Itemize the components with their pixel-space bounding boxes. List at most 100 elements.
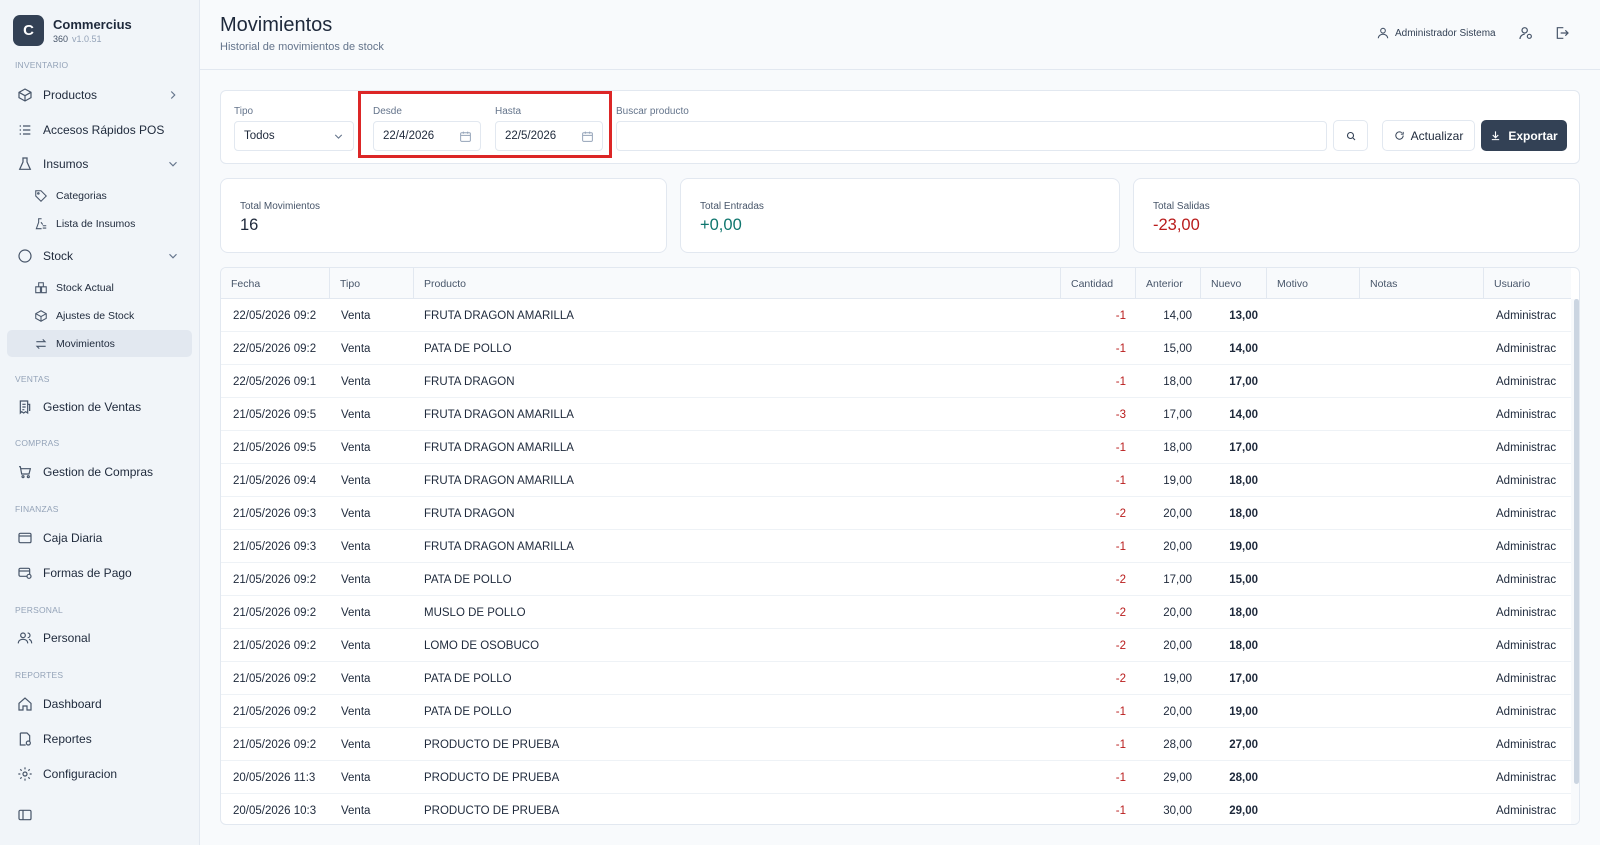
cell-cantidad: -1 bbox=[1115, 804, 1126, 817]
scrollbar-thumb[interactable] bbox=[1574, 299, 1579, 784]
cell-nuevo: 28,00 bbox=[1229, 771, 1258, 784]
table-row[interactable]: 21/05/2026 09:2 Venta LOMO DE OSOBUCO -2 20,… bbox=[221, 629, 1571, 662]
sidebar-item-ventas[interactable]: Gestion de Ventas bbox=[7, 393, 192, 421]
cell-tipo: Venta bbox=[341, 474, 371, 487]
sidebar-item-movimientos[interactable]: Movimientos bbox=[7, 330, 192, 357]
sidebar-item-categorias[interactable]: Categorias bbox=[7, 182, 192, 209]
table-row[interactable]: 21/05/2026 09:4 Venta FRUTA DRAGON AMARILL… bbox=[221, 464, 1571, 497]
sidebar-item-reportes[interactable]: Reportes bbox=[7, 725, 192, 753]
column-header-nuevo[interactable]: Nuevo bbox=[1201, 268, 1267, 299]
column-header-motivo[interactable]: Motivo bbox=[1267, 268, 1360, 299]
cell-anterior: 20,00 bbox=[1163, 606, 1192, 619]
cell-nuevo: 18,00 bbox=[1229, 507, 1258, 520]
package-edit-icon bbox=[34, 309, 48, 323]
sidebar-item-formas-pago[interactable]: Formas de Pago bbox=[7, 559, 192, 587]
sidebar-item-ajustes[interactable]: Ajustes de Stock bbox=[7, 302, 192, 329]
cell-usuario: Administrac bbox=[1496, 606, 1557, 619]
table-row[interactable]: 21/05/2026 09:5 Venta FRUTA DRAGON AMARILL… bbox=[221, 398, 1571, 431]
cell-tipo: Venta bbox=[341, 408, 371, 421]
tipo-select[interactable]: Todos bbox=[234, 121, 354, 151]
column-header-producto[interactable]: Producto bbox=[414, 268, 1061, 299]
cell-notas bbox=[1370, 662, 1480, 695]
boxes-icon bbox=[34, 281, 48, 295]
cell-tipo: Venta bbox=[341, 342, 371, 355]
table-row[interactable]: 21/05/2026 09:2 Venta PRODUCTO DE PRUEBA -1… bbox=[221, 728, 1571, 761]
cell-motivo bbox=[1277, 332, 1357, 365]
table-row[interactable]: 21/05/2026 09:2 Venta PATA DE POLLO -2 19,00… bbox=[221, 662, 1571, 695]
column-header-cantidad[interactable]: Cantidad bbox=[1061, 268, 1136, 299]
table-row[interactable]: 20/05/2026 11:3 Venta PRODUCTO DE PRUEBA -1… bbox=[221, 761, 1571, 794]
cell-fecha: 21/05/2026 09:2 bbox=[233, 639, 317, 652]
table-scrollbar[interactable] bbox=[1571, 299, 1579, 824]
table-row[interactable]: 22/05/2026 09:2 Venta PATA DE POLLO -1 15,00… bbox=[221, 332, 1571, 365]
cell-cantidad: -1 bbox=[1115, 309, 1126, 322]
sidebar-item-productos[interactable]: Productos bbox=[7, 81, 192, 109]
user-menu[interactable]: Administrador Sistema bbox=[1376, 24, 1496, 42]
table-row[interactable]: 22/05/2026 09:1 Venta FRUTA DRAGON -1 18,00 1… bbox=[221, 365, 1571, 398]
column-header-usuario[interactable]: Usuario bbox=[1484, 268, 1571, 299]
column-header-anterior[interactable]: Anterior bbox=[1136, 268, 1201, 299]
user-settings-icon[interactable] bbox=[1518, 25, 1534, 41]
logout-icon[interactable] bbox=[1554, 25, 1570, 41]
table-row[interactable]: 21/05/2026 09:2 Venta PATA DE POLLO -2 17,00… bbox=[221, 563, 1571, 596]
cell-producto: LOMO DE OSOBUCO bbox=[424, 639, 540, 652]
cell-producto: PATA DE POLLO bbox=[424, 573, 512, 586]
sidebar-item-caja[interactable]: Caja Diaria bbox=[7, 524, 192, 552]
table-row[interactable]: 22/05/2026 09:2 Venta FRUTA DRAGON AMARILL… bbox=[221, 299, 1571, 332]
table-row[interactable]: 20/05/2026 10:3 Venta PRODUCTO DE PRUEBA -1… bbox=[221, 794, 1571, 824]
sidebar-item-personal[interactable]: Personal bbox=[7, 624, 192, 652]
cell-notas bbox=[1370, 794, 1480, 824]
cell-usuario: Administrac bbox=[1496, 705, 1557, 718]
cell-producto: FRUTA DRAGON bbox=[424, 375, 515, 388]
sidebar-item-stock-actual[interactable]: Stock Actual bbox=[7, 274, 192, 301]
chevron-right-icon bbox=[166, 88, 180, 102]
search-button[interactable] bbox=[1333, 120, 1368, 151]
cell-notas bbox=[1370, 761, 1480, 794]
table-row[interactable]: 21/05/2026 09:2 Venta MUSLO DE POLLO -2 20,0… bbox=[221, 596, 1571, 629]
table-row[interactable]: 21/05/2026 09:3 Venta FRUTA DRAGON -2 20,00 1… bbox=[221, 497, 1571, 530]
cell-cantidad: -1 bbox=[1115, 474, 1126, 487]
actualizar-button[interactable]: Actualizar bbox=[1382, 120, 1475, 151]
cell-cantidad: -2 bbox=[1115, 507, 1126, 520]
cell-cantidad: -1 bbox=[1115, 738, 1126, 751]
sidebar-item-label: Categorias bbox=[56, 189, 107, 202]
sidebar-item-configuracion[interactable]: Configuracion bbox=[7, 760, 192, 788]
sidebar-item-label: Caja Diaria bbox=[43, 531, 103, 545]
search-input[interactable] bbox=[616, 121, 1327, 151]
cell-cantidad: -1 bbox=[1115, 342, 1126, 355]
cell-cantidad: -1 bbox=[1115, 540, 1126, 553]
table-row[interactable]: 21/05/2026 09:2 Venta PATA DE POLLO -1 20,00… bbox=[221, 695, 1571, 728]
cell-tipo: Venta bbox=[341, 672, 371, 685]
app-subtitle: 360 v1.0.51 bbox=[53, 34, 102, 44]
cell-producto: FRUTA DRAGON AMARILLA bbox=[424, 441, 574, 454]
app-logo[interactable]: C bbox=[13, 15, 44, 46]
column-header-fecha[interactable]: Fecha bbox=[221, 268, 330, 299]
cell-motivo bbox=[1277, 761, 1357, 794]
sidebar-item-dashboard[interactable]: Dashboard bbox=[7, 690, 192, 718]
column-header-tipo[interactable]: Tipo bbox=[330, 268, 414, 299]
table-row[interactable]: 21/05/2026 09:5 Venta FRUTA DRAGON AMARILL… bbox=[221, 431, 1571, 464]
sidebar-item-compras[interactable]: Gestion de Compras bbox=[7, 458, 192, 486]
cell-anterior: 18,00 bbox=[1163, 375, 1192, 388]
gear-icon bbox=[17, 766, 33, 782]
sidebar-item-stock[interactable]: Stock bbox=[7, 242, 192, 270]
cell-anterior: 19,00 bbox=[1163, 474, 1192, 487]
sidebar-item-insumos[interactable]: Insumos bbox=[7, 150, 192, 178]
column-header-notas[interactable]: Notas bbox=[1360, 268, 1484, 299]
section-personal: PERSONAL bbox=[15, 605, 63, 615]
cell-usuario: Administrac bbox=[1496, 507, 1557, 520]
chevron-down-icon bbox=[166, 157, 180, 171]
cell-nuevo: 29,00 bbox=[1229, 804, 1258, 817]
cell-producto: PATA DE POLLO bbox=[424, 705, 512, 718]
refresh-icon bbox=[1394, 130, 1405, 141]
sidebar-item-accesos[interactable]: Accesos Rápidos POS bbox=[7, 116, 192, 144]
sidebar-item-lista-insumos[interactable]: Lista de Insumos bbox=[7, 210, 192, 237]
sidebar-toggle-icon[interactable] bbox=[17, 807, 33, 823]
cell-motivo bbox=[1277, 431, 1357, 464]
cell-fecha: 22/05/2026 09:2 bbox=[233, 342, 317, 355]
table-row[interactable]: 21/05/2026 09:3 Venta FRUTA DRAGON AMARILL… bbox=[221, 530, 1571, 563]
sidebar-item-label: Gestion de Ventas bbox=[43, 400, 142, 414]
cell-anterior: 15,00 bbox=[1163, 342, 1192, 355]
exportar-button[interactable]: Exportar bbox=[1481, 120, 1567, 151]
cell-anterior: 20,00 bbox=[1163, 507, 1192, 520]
